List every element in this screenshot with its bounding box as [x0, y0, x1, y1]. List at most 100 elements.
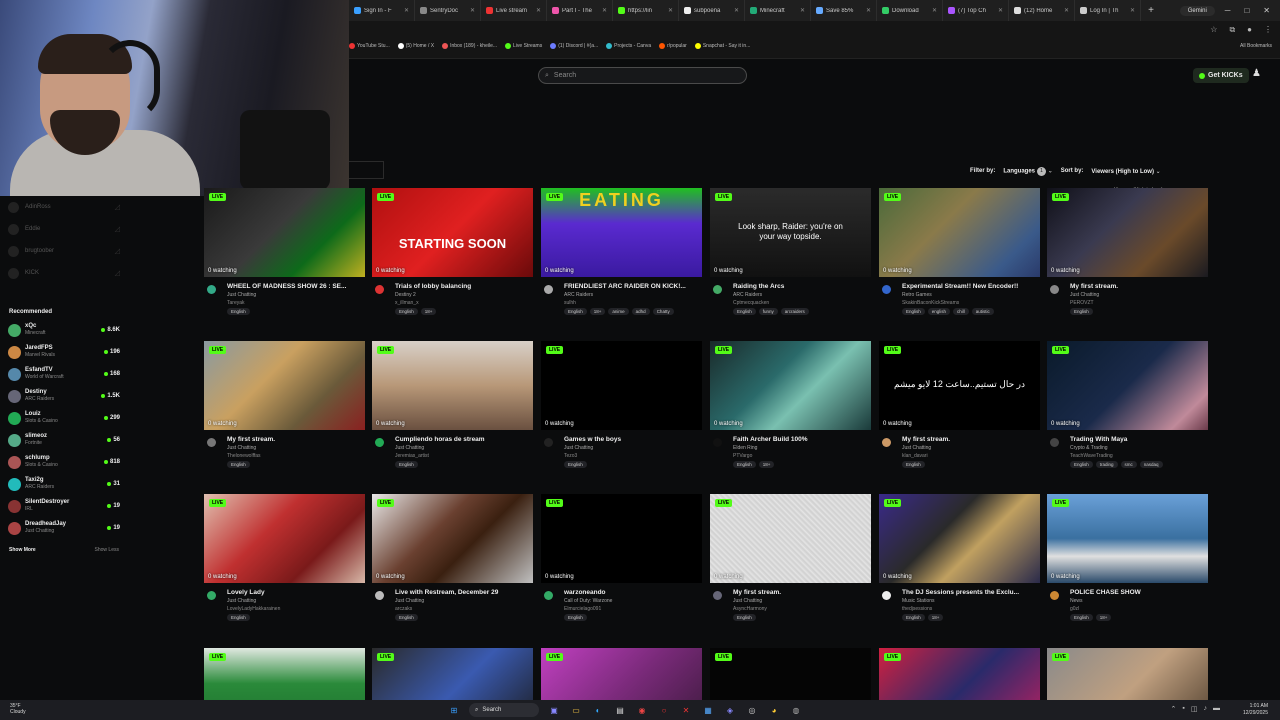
- tag-chip[interactable]: English: [564, 461, 587, 468]
- taskbar-search[interactable]: ⌕ Search: [469, 703, 539, 717]
- extensions-icon[interactable]: ⧉: [1229, 25, 1235, 35]
- stream-category[interactable]: Elden Ring: [733, 445, 757, 451]
- avatar[interactable]: [882, 438, 891, 447]
- stream-title[interactable]: My first stream.: [1070, 283, 1206, 290]
- store-icon[interactable]: ▤: [613, 703, 627, 717]
- tag-chip[interactable]: arcraiders: [780, 308, 809, 315]
- tag-chip[interactable]: adhd: [631, 308, 650, 315]
- streamer-name[interactable]: LovelyLadyHakkarainen: [227, 606, 280, 612]
- search-input[interactable]: ⌕ Search: [538, 67, 747, 84]
- streamer-name[interactable]: Jeremias_artist: [395, 453, 429, 459]
- browser-tab[interactable]: https://lin ✕: [613, 0, 679, 21]
- stream-category[interactable]: Just Chatting: [395, 598, 424, 604]
- browser-tab[interactable]: Log In | Th ✕: [1075, 0, 1141, 21]
- tab-close-icon[interactable]: ✕: [998, 7, 1003, 14]
- browser-tab[interactable]: Download ✕: [877, 0, 943, 21]
- app-blue-icon[interactable]: ▦: [701, 703, 715, 717]
- tag-chip[interactable]: 18+: [758, 461, 775, 468]
- stream-category[interactable]: Just Chatting: [733, 598, 762, 604]
- stream-title[interactable]: Raiding the Arcs: [733, 283, 869, 290]
- tag-chip[interactable]: English: [733, 614, 756, 621]
- tag-chip[interactable]: 18+: [1095, 614, 1112, 621]
- tag-chip[interactable]: trading: [1095, 461, 1118, 468]
- stream-card[interactable]: LIVE 0 watching Trading With Maya Crypto & …: [1047, 341, 1208, 474]
- browser-tab[interactable]: (7) Top Ch ✕: [943, 0, 1009, 21]
- languages-filter[interactable]: Languages 1 ⌄: [1003, 166, 1053, 176]
- tag-chip[interactable]: funny: [758, 308, 778, 315]
- avatar[interactable]: [375, 438, 384, 447]
- avatar[interactable]: [375, 285, 384, 294]
- stream-thumbnail[interactable]: LIVE 0 watching: [710, 341, 871, 430]
- show-more-button[interactable]: Show More: [9, 547, 36, 553]
- app-opera-icon[interactable]: ○: [657, 703, 671, 717]
- stream-category[interactable]: Just Chatting: [564, 445, 593, 451]
- recommended-channel[interactable]: Destiny ARC Raiders 1.5K: [0, 385, 128, 407]
- browser-tab[interactable]: Part I - The ✕: [547, 0, 613, 21]
- sort-select[interactable]: Viewers (High to Low) ⌄: [1091, 168, 1160, 175]
- stream-card[interactable]: EATING LIVE 0 watching FRIENDLIEST ARC RAID…: [541, 188, 702, 321]
- stream-title[interactable]: My first stream.: [733, 589, 869, 596]
- edge-icon[interactable]: ◐: [591, 703, 605, 717]
- volume-icon[interactable]: ♪: [1204, 705, 1208, 713]
- stream-title[interactable]: Trials of lobby balancing: [395, 283, 531, 290]
- tab-close-icon[interactable]: ✕: [734, 7, 739, 14]
- avatar[interactable]: [713, 438, 722, 447]
- stream-title[interactable]: My first stream.: [227, 436, 363, 443]
- tag-chip[interactable]: English: [227, 461, 250, 468]
- gemini-button[interactable]: Gemini: [1179, 5, 1215, 16]
- stream-thumbnail[interactable]: LIVE 0 watching: [879, 188, 1040, 277]
- tag-chip[interactable]: smc: [1120, 461, 1137, 468]
- stream-card[interactable]: LIVE 0 watching Live with Restream, Decemb…: [372, 494, 533, 627]
- browser-tab[interactable]: SentryDoc ✕: [415, 0, 481, 21]
- stream-category[interactable]: ARC Raiders: [733, 292, 762, 298]
- recommended-channel[interactable]: Taxi2g ARC Raiders 31: [0, 473, 128, 495]
- streamer-name[interactable]: SkakinBaconKickStreams: [902, 300, 959, 306]
- recommended-channel[interactable]: SilentDestroyer IRL 19: [0, 495, 128, 517]
- streamer-name[interactable]: Tareyak: [227, 300, 245, 306]
- profile-icon[interactable]: ●: [1247, 25, 1252, 35]
- tag-chip[interactable]: 18+: [589, 308, 606, 315]
- stream-card[interactable]: Look sharp, Raider: you're on your way t…: [710, 188, 871, 321]
- bookmark-item[interactable]: Projects - Canva: [606, 43, 651, 49]
- streamer-name[interactable]: TeachWaveTrading: [1070, 453, 1113, 459]
- tab-close-icon[interactable]: ✕: [470, 7, 475, 14]
- stream-thumbnail[interactable]: LIVE 0 watching: [204, 188, 365, 277]
- stream-category[interactable]: Music Stations: [902, 598, 935, 604]
- stream-title[interactable]: Trading With Maya: [1070, 436, 1206, 443]
- get-kicks-button[interactable]: Get KICKs: [1193, 68, 1249, 83]
- network-icon[interactable]: ◫: [1191, 705, 1198, 713]
- bookmark-item[interactable]: (1) Discord | #(a...: [550, 43, 598, 49]
- stream-category[interactable]: Destiny 2: [395, 292, 416, 298]
- windows-start-icon[interactable]: ⊞: [447, 703, 461, 717]
- stream-thumbnail[interactable]: STARTING SOON LIVE 0 watching: [372, 188, 533, 277]
- tag-chip[interactable]: English: [733, 308, 756, 315]
- stream-title[interactable]: Live with Restream, December 29: [395, 589, 531, 596]
- stream-category[interactable]: News: [1070, 598, 1083, 604]
- stream-category[interactable]: Call of Duty: Warzone: [564, 598, 612, 604]
- stream-card[interactable]: LIVE 0 watching warzoneando Call of Duty: W…: [541, 494, 702, 627]
- stream-thumbnail[interactable]: Look sharp, Raider: you're on your way t…: [710, 188, 871, 277]
- battery-icon[interactable]: ▬: [1213, 705, 1220, 713]
- app-tray-icon[interactable]: ▪: [1182, 705, 1184, 713]
- followed-channel[interactable]: AdinRoss ◿: [0, 196, 128, 218]
- stream-thumbnail[interactable]: LIVE 0 watching: [372, 341, 533, 430]
- followed-channel[interactable]: KICK ◿: [0, 262, 128, 284]
- tag-chip[interactable]: 18+: [420, 308, 437, 315]
- stream-category[interactable]: Just Chatting: [227, 598, 256, 604]
- stream-title[interactable]: Games w the boys: [564, 436, 700, 443]
- recommended-channel[interactable]: xQc Minecraft 8.6K: [0, 319, 128, 341]
- tag-chip[interactable]: English: [902, 614, 925, 621]
- avatar[interactable]: [882, 591, 891, 600]
- tag-chip[interactable]: 18+: [927, 614, 944, 621]
- star-icon[interactable]: ☆: [1210, 25, 1217, 35]
- browser-tab[interactable]: Sign In - F ✕: [349, 0, 415, 21]
- recommended-channel[interactable]: DreadheadJay Just Chatting 19: [0, 517, 128, 539]
- recommended-channel[interactable]: schlump Slots & Casino 818: [0, 451, 128, 473]
- avatar[interactable]: [1050, 591, 1059, 600]
- stream-title[interactable]: Lovely Lady: [227, 589, 363, 596]
- chevron-up-icon[interactable]: ⌃: [1171, 705, 1177, 713]
- avatar[interactable]: [1050, 285, 1059, 294]
- stream-category[interactable]: Just Chatting: [1070, 292, 1099, 298]
- stream-thumbnail[interactable]: LIVE 0 watching: [541, 494, 702, 583]
- avatar[interactable]: [207, 438, 216, 447]
